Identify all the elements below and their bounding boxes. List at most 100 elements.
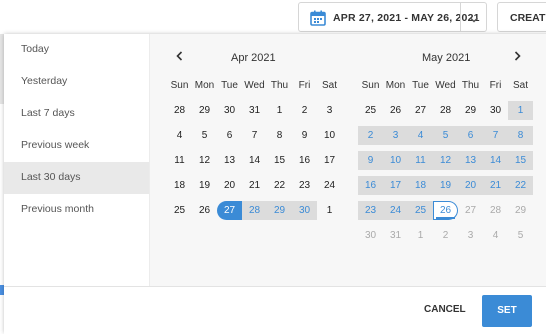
day-number: 3 — [392, 130, 399, 141]
calendar-day[interactable]: 19 — [192, 176, 217, 195]
calendar-day[interactable]: 9 — [358, 151, 383, 170]
calendar-day[interactable]: 3 — [317, 101, 342, 120]
calendar-day[interactable]: 15 — [508, 151, 533, 170]
calendar-day[interactable]: 1 — [317, 201, 342, 220]
calendar-day[interactable]: 5 — [508, 226, 533, 245]
calendar-day[interactable]: 19 — [433, 176, 458, 195]
calendar-day[interactable]: 2 — [433, 226, 458, 245]
calendar-day[interactable]: 26 — [383, 101, 408, 120]
calendar-day[interactable]: 28 — [242, 201, 267, 220]
calendar-day[interactable]: 21 — [483, 176, 508, 195]
range-start-day[interactable]: 27 — [217, 201, 242, 220]
calendar-day[interactable]: 14 — [483, 151, 508, 170]
calendar-day[interactable]: 30 — [292, 201, 317, 220]
calendar-day[interactable]: 4 — [167, 126, 192, 145]
calendar-day[interactable]: 5 — [192, 126, 217, 145]
calendar-day[interactable]: 7 — [242, 126, 267, 145]
calendar-day[interactable]: 10 — [317, 126, 342, 145]
calendar-day[interactable]: 21 — [242, 176, 267, 195]
calendar-day[interactable]: 12 — [433, 151, 458, 170]
calendar-day[interactable]: 27 — [408, 101, 433, 120]
calendar-day[interactable]: 25 — [167, 201, 192, 220]
calendar-day[interactable]: 1 — [408, 226, 433, 245]
day-number: 1 — [517, 105, 524, 116]
preset-item[interactable]: Today — [4, 34, 149, 66]
calendar-day[interactable]: 16 — [358, 176, 383, 195]
calendar-day[interactable]: 9 — [292, 126, 317, 145]
calendar-day[interactable]: 6 — [217, 126, 242, 145]
calendar-day[interactable]: 31 — [383, 226, 408, 245]
calendar-day[interactable]: 24 — [383, 201, 408, 220]
calendar-day[interactable]: 3 — [458, 226, 483, 245]
day-number: 9 — [367, 155, 374, 166]
calendar-day[interactable]: 8 — [508, 126, 533, 145]
calendar-day[interactable]: 23 — [358, 201, 383, 220]
calendar-day[interactable]: 4 — [408, 126, 433, 145]
preset-item[interactable]: Last 30 days — [4, 162, 149, 194]
range-end-day[interactable]: 26 — [433, 201, 458, 220]
calendar-day[interactable]: 10 — [383, 151, 408, 170]
calendar-day[interactable]: 26 — [192, 201, 217, 220]
calendar-day[interactable]: 24 — [317, 176, 342, 195]
calendar-day[interactable]: 29 — [508, 201, 533, 220]
calendar-day[interactable]: 29 — [458, 101, 483, 120]
calendar-day[interactable]: 13 — [217, 151, 242, 170]
date-range-button[interactable]: APR 27, 2021 - MAY 26, 2021 — [298, 2, 487, 32]
calendar-day[interactable]: 28 — [483, 201, 508, 220]
calendar-day[interactable]: 30 — [358, 226, 383, 245]
calendar-day[interactable]: 25 — [358, 101, 383, 120]
calendar-day[interactable]: 13 — [458, 151, 483, 170]
calendar-day[interactable]: 28 — [167, 101, 192, 120]
calendar-day[interactable]: 31 — [242, 101, 267, 120]
calendar-day[interactable]: 11 — [408, 151, 433, 170]
preset-item[interactable]: Last 7 days — [4, 98, 149, 130]
calendar-day[interactable]: 22 — [267, 176, 292, 195]
calendar-day[interactable]: 27 — [458, 201, 483, 220]
calendar-day[interactable]: 12 — [192, 151, 217, 170]
prev-month-button[interactable] — [173, 49, 187, 63]
calendar-day[interactable]: 4 — [483, 226, 508, 245]
calendar-day[interactable]: 25 — [408, 201, 433, 220]
preset-item[interactable]: Previous week — [4, 130, 149, 162]
calendar-day[interactable]: 17 — [383, 176, 408, 195]
calendar-day[interactable]: 2 — [358, 126, 383, 145]
calendar-day[interactable]: 1 — [267, 101, 292, 120]
calendar-day[interactable]: 23 — [292, 176, 317, 195]
preset-item[interactable]: Yesterday — [4, 66, 149, 98]
calendar-day[interactable]: 3 — [383, 126, 408, 145]
next-month-button[interactable] — [510, 49, 524, 63]
calendar-day[interactable]: 28 — [433, 101, 458, 120]
calendar-day[interactable]: 16 — [292, 151, 317, 170]
calendar-day[interactable]: 6 — [458, 126, 483, 145]
calendar-day[interactable]: 29 — [192, 101, 217, 120]
calendar-day[interactable]: 8 — [267, 126, 292, 145]
calendar-day[interactable]: 18 — [167, 176, 192, 195]
calendar-day[interactable]: 11 — [167, 151, 192, 170]
day-number: 21 — [489, 180, 502, 191]
calendar-day[interactable]: 30 — [483, 101, 508, 120]
set-button[interactable]: SET — [482, 295, 532, 327]
calendar-day[interactable]: 15 — [267, 151, 292, 170]
preset-item[interactable]: Previous month — [4, 194, 149, 226]
calendar-day[interactable]: 1 — [508, 101, 533, 120]
calendar-day[interactable]: 5 — [433, 126, 458, 145]
calendar-day[interactable]: 30 — [217, 101, 242, 120]
calendar-day[interactable]: 14 — [242, 151, 267, 170]
calendar-day[interactable]: 20 — [458, 176, 483, 195]
calendar-day[interactable]: 17 — [317, 151, 342, 170]
calendar-day[interactable]: 18 — [408, 176, 433, 195]
create-button[interactable]: CREATE — [497, 2, 546, 32]
weekday-header: Fri — [489, 80, 502, 91]
weekday-header: Wed — [244, 80, 265, 91]
calendar-day[interactable]: 22 — [508, 176, 533, 195]
calendar-day[interactable]: 2 — [292, 101, 317, 120]
calendar-day[interactable]: 29 — [267, 201, 292, 220]
cancel-button[interactable]: CANCEL — [424, 304, 466, 315]
day-number: 26 — [198, 205, 211, 216]
month-title: May 2021 — [422, 52, 471, 64]
chevron-down-icon[interactable] — [469, 12, 479, 30]
day-number: 12 — [439, 155, 452, 166]
calendar-day[interactable]: 20 — [217, 176, 242, 195]
day-number: 30 — [298, 205, 311, 216]
calendar-day[interactable]: 7 — [483, 126, 508, 145]
